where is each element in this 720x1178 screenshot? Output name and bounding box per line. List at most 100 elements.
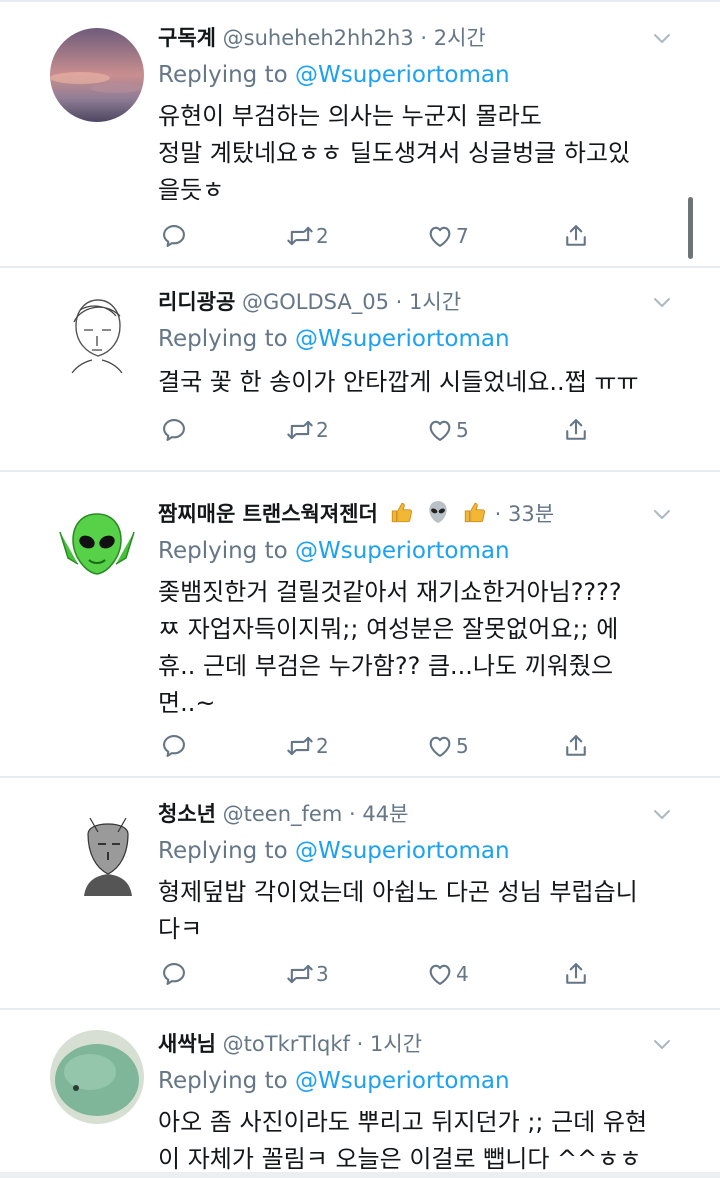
retweet-button[interactable]: 2 [286, 726, 329, 766]
display-name[interactable]: 청소년 [158, 802, 216, 826]
tweet-header: 짬찌매운 트랜스웍져젠더 · 33분 [158, 494, 650, 534]
retweet-count: 2 [316, 418, 329, 442]
chevron-down-icon[interactable] [650, 290, 674, 314]
user-handle[interactable]: @GOLDSA_05 [242, 290, 389, 314]
replying-to: Replying to @Wsuperiortoman [158, 58, 510, 92]
tweet-actions: 3 4 [158, 954, 618, 994]
replying-to: Replying to @Wsuperiortoman [158, 534, 510, 568]
chevron-down-icon[interactable] [650, 802, 674, 826]
mention-link[interactable]: @Wsuperiortoman [295, 62, 510, 88]
like-button[interactable]: 5 [426, 726, 469, 766]
user-handle[interactable]: @suheheh2hh2h3 [223, 26, 414, 50]
avatar[interactable] [76, 808, 140, 896]
replying-prefix: Replying to [158, 326, 288, 352]
replying-prefix: Replying to [158, 1068, 288, 1094]
retweet-button[interactable]: 2 [286, 410, 329, 450]
tweet-text: 유현이 부검하는 의사는 누군지 몰라도 정말 계탔네요ㅎㅎ 딜도생겨서 싱글벙… [158, 102, 631, 204]
timestamp[interactable]: 1시간 [370, 1032, 422, 1056]
avatar[interactable] [50, 502, 144, 596]
like-button[interactable]: 7 [426, 216, 469, 256]
timestamp[interactable]: 44분 [362, 802, 408, 826]
share-icon [562, 416, 590, 444]
reply-icon [160, 960, 188, 988]
thumbs-up-emoji [391, 502, 412, 523]
retweet-icon [286, 960, 314, 988]
retweet-count: 3 [316, 962, 329, 986]
replying-prefix: Replying to [158, 838, 288, 864]
mention-link[interactable]: @Wsuperiortoman [295, 538, 510, 564]
reply-icon [160, 732, 188, 760]
tweet-divider [0, 1008, 720, 1010]
avatar[interactable] [50, 28, 144, 122]
like-icon [426, 960, 454, 988]
mention-link[interactable]: @Wsuperiortoman [295, 1068, 510, 1094]
chevron-down-icon[interactable] [650, 502, 674, 526]
reply-tweet[interactable]: 짬찌매운 트랜스웍져젠더 · 33분 Replying to @Wsuperio… [0, 494, 720, 776]
reply-tweet[interactable]: 구독계 @suheheh2hh2h3 · 2시간 Replying to @Ws… [0, 18, 720, 266]
share-icon [562, 960, 590, 988]
reply-button[interactable] [160, 954, 188, 994]
timestamp[interactable]: 2시간 [434, 26, 486, 50]
separator-dot: · [349, 802, 356, 826]
tweet-text: 형제덮밥 각이었는데 아쉽노 다곤 성님 부럽습니 다ㅋ [158, 878, 638, 943]
reply-icon [160, 416, 188, 444]
timestamp[interactable]: 33분 [508, 502, 554, 526]
display-name[interactable]: 짬찌매운 트랜스웍져젠더 [158, 502, 378, 526]
share-button[interactable] [562, 726, 590, 766]
retweet-button[interactable]: 2 [286, 216, 329, 256]
top-divider [0, 0, 720, 2]
share-icon [562, 222, 590, 250]
like-count: 7 [456, 224, 469, 248]
tweet-text: 좆뱀짓한거 걸릴것같아서 재기쇼한거아님???? ㅉ 자업자득이지뭐;; 여성분… [158, 578, 622, 717]
like-button[interactable]: 5 [426, 410, 469, 450]
share-button[interactable] [562, 410, 590, 450]
avatar[interactable] [50, 1030, 144, 1124]
retweet-count: 2 [316, 734, 329, 758]
reply-tweet[interactable]: 청소년 @teen_fem · 44분 Replying to @Wsuperi… [0, 794, 720, 994]
tweet-actions: 2 5 [158, 726, 618, 766]
replying-prefix: Replying to [158, 62, 288, 88]
tweet-divider [0, 266, 720, 268]
reply-icon [160, 222, 188, 250]
separator-dot: · [494, 502, 502, 526]
scrollbar[interactable] [688, 197, 693, 259]
like-button[interactable]: 4 [426, 954, 469, 994]
reply-button[interactable] [160, 216, 188, 256]
reply-button[interactable] [160, 726, 188, 766]
like-count: 5 [456, 418, 469, 442]
tweet-header: 구독계 @suheheh2hh2h3 · 2시간 [158, 18, 650, 58]
mention-link[interactable]: @Wsuperiortoman [295, 838, 510, 864]
share-button[interactable] [562, 216, 590, 256]
retweet-icon [286, 222, 314, 250]
reply-tweet[interactable]: 새싹님 @toTkrTlqkf · 1시간 Replying to @Wsupe… [0, 1024, 720, 1173]
retweet-icon [286, 732, 314, 760]
separator-dot: · [356, 1032, 364, 1056]
like-icon [426, 732, 454, 760]
mention-link[interactable]: @Wsuperiortoman [295, 326, 510, 352]
replying-to: Replying to @Wsuperiortoman [158, 834, 510, 868]
bottom-edge [0, 1172, 720, 1178]
reply-button[interactable] [160, 410, 188, 450]
tweet-actions: 2 7 [158, 216, 618, 256]
timestamp[interactable]: 1시간 [409, 290, 461, 314]
chevron-down-icon[interactable] [650, 1032, 674, 1056]
reply-tweet[interactable]: 리디광공 @GOLDSA_05 · 1시간 Replying to @Wsupe… [0, 282, 720, 470]
alien-emoji [429, 501, 447, 523]
retweet-count: 2 [316, 224, 329, 248]
replying-prefix: Replying to [158, 538, 288, 564]
user-handle[interactable]: @toTkrTlqkf [223, 1032, 350, 1056]
tweet-header: 새싹님 @toTkrTlqkf · 1시간 [158, 1024, 650, 1064]
chevron-down-icon[interactable] [650, 26, 674, 50]
retweet-icon [286, 416, 314, 444]
like-count: 4 [456, 962, 469, 986]
display-name[interactable]: 구독계 [158, 26, 216, 50]
tweet-header: 리디광공 @GOLDSA_05 · 1시간 [158, 282, 650, 322]
tweet-text: 결국 꽃 한 송이가 안타깝게 시들었네요..쩝 ㅠㅠ [158, 368, 639, 396]
retweet-button[interactable]: 3 [286, 954, 329, 994]
like-icon [426, 222, 454, 250]
user-handle[interactable]: @teen_fem [223, 802, 343, 826]
display-name[interactable]: 리디광공 [158, 290, 235, 314]
display-name[interactable]: 새싹님 [158, 1032, 216, 1056]
avatar[interactable] [50, 286, 144, 380]
share-button[interactable] [562, 954, 590, 994]
